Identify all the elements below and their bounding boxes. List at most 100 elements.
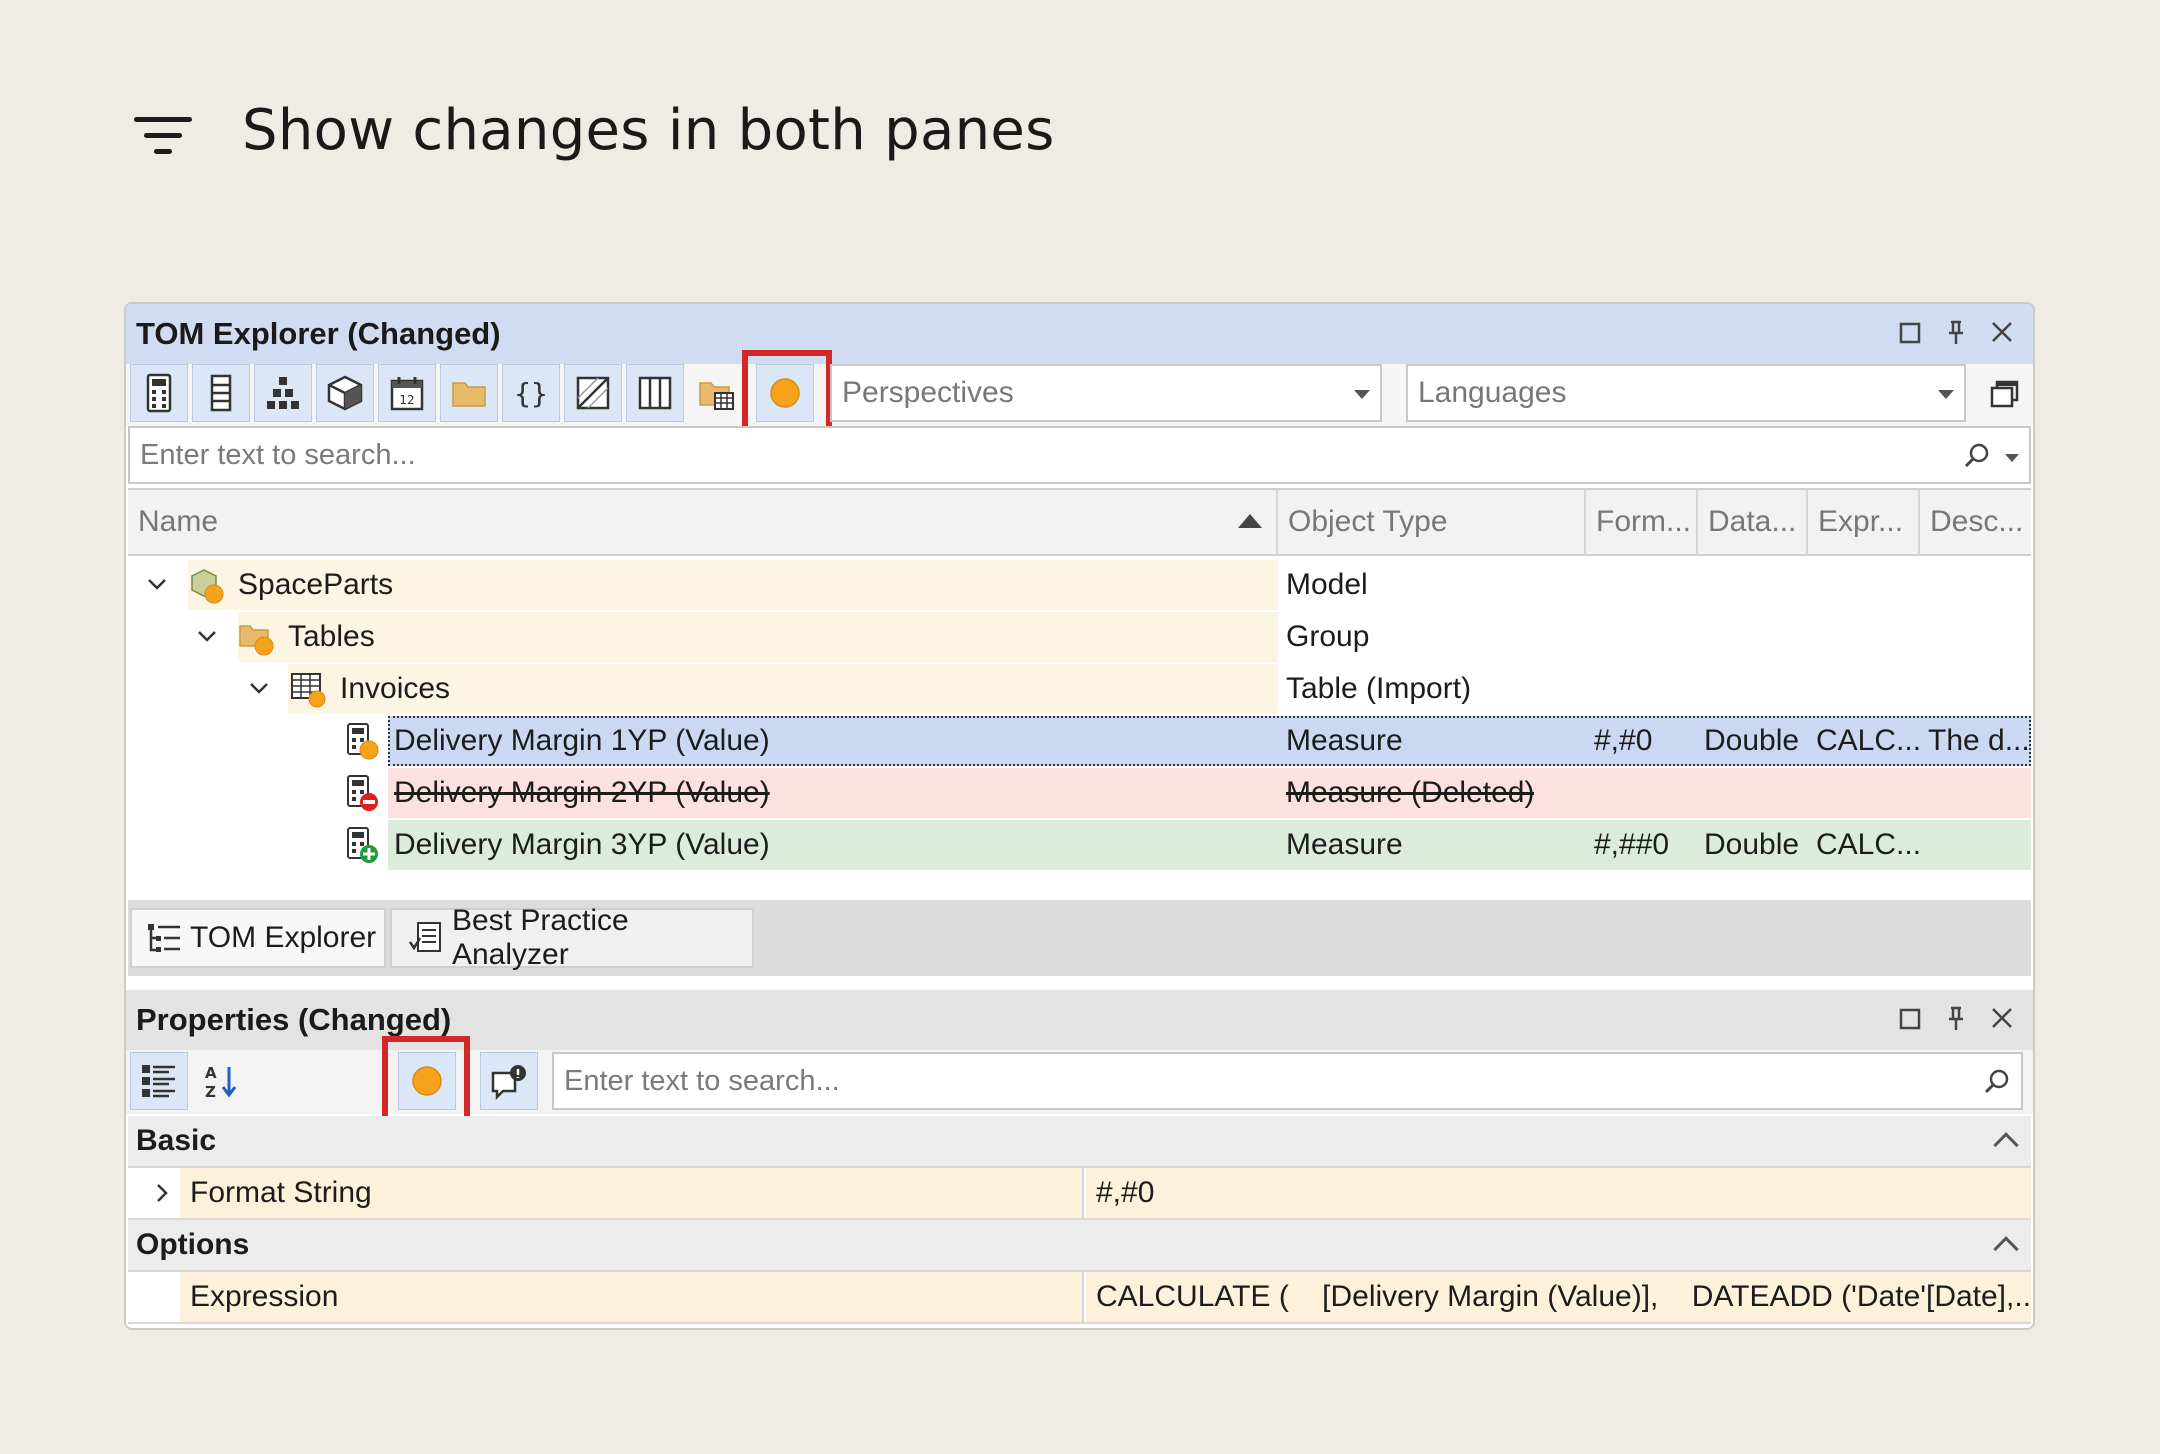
column-header-expression[interactable]: Expr... xyxy=(1808,490,1920,554)
object-type-cell: Group xyxy=(1286,620,1370,653)
tab-tom-explorer[interactable]: TOM Explorer xyxy=(130,908,386,968)
tree-list-icon xyxy=(148,924,180,952)
tree-label: Delivery Margin 1YP (Value) xyxy=(394,724,770,757)
close-icon[interactable] xyxy=(1989,318,2015,346)
chevron-down-icon xyxy=(148,579,166,590)
description-cell: The d... xyxy=(1928,724,2030,757)
categorized-view-icon[interactable] xyxy=(130,1052,188,1110)
search-icon[interactable] xyxy=(1983,1068,2011,1104)
perspectives-dropdown[interactable]: Perspectives xyxy=(830,364,1382,422)
tree-row-spaceparts[interactable]: SpaceParts Model xyxy=(128,560,2031,610)
folder-table-icon[interactable] xyxy=(688,364,746,422)
calculator-icon[interactable] xyxy=(130,364,188,422)
section-basic[interactable]: Basic xyxy=(128,1116,2031,1168)
tree-row-tables[interactable]: Tables Group xyxy=(128,612,2031,662)
expression-cell: CALC... xyxy=(1816,724,1922,757)
chevron-down-icon xyxy=(250,683,268,694)
object-type-cell: Measure xyxy=(1286,724,1403,757)
datatype-cell: Double xyxy=(1704,724,1800,757)
chevron-down-icon[interactable] xyxy=(2005,454,2019,462)
property-value[interactable]: #,#0 xyxy=(1086,1168,2031,1218)
close-icon[interactable] xyxy=(1989,1004,2015,1032)
chevron-right-icon xyxy=(157,1184,168,1202)
hierarchy-icon[interactable] xyxy=(254,364,312,422)
filter-lines-icon xyxy=(130,103,196,159)
object-type-cell: Measure (Deleted) xyxy=(1286,776,1535,809)
description-toggle-icon[interactable] xyxy=(480,1052,538,1110)
tree-label: SpaceParts xyxy=(238,568,394,601)
property-row-expression[interactable]: Expression CALCULATE ( [Delivery Margin … xyxy=(128,1272,2031,1324)
chevron-down-icon xyxy=(1938,390,1954,399)
column-header-format[interactable]: Form... xyxy=(1586,490,1698,554)
tom-search-input[interactable]: Enter text to search... xyxy=(128,426,2031,484)
tree-label: Delivery Margin 3YP (Value) xyxy=(394,828,770,861)
maximize-icon[interactable] xyxy=(1897,1004,1923,1032)
sort-ascending-icon xyxy=(1238,514,1262,528)
properties-search-input[interactable]: Enter text to search... xyxy=(552,1052,2023,1110)
pin-icon[interactable] xyxy=(1943,318,1969,346)
svg-text:{}: {} xyxy=(514,377,548,410)
folder-changed-icon xyxy=(239,625,274,656)
property-value[interactable]: CALCULATE ( [Delivery Margin (Value)], D… xyxy=(1086,1272,2031,1322)
property-name: Format String xyxy=(180,1168,1084,1218)
svg-text:A: A xyxy=(205,1064,217,1082)
chevron-up-icon[interactable] xyxy=(1993,1132,2019,1158)
tree-row-measure-changed[interactable]: Delivery Margin 1YP (Value) Measure #,#0… xyxy=(128,716,2031,766)
sort-alphabetical-icon[interactable]: AZ xyxy=(192,1052,250,1110)
section-options[interactable]: Options xyxy=(128,1220,2031,1272)
column-header-description[interactable]: Desc... xyxy=(1920,490,2033,554)
measure-added-icon xyxy=(347,827,378,863)
object-type-cell: Model xyxy=(1286,568,1368,601)
tom-search-placeholder: Enter text to search... xyxy=(140,438,416,471)
perspectives-value: Perspectives xyxy=(842,376,1014,409)
tom-explorer-toolbar: 12 {} Perspectives Languages xyxy=(126,350,2033,446)
svg-text:Z: Z xyxy=(205,1083,216,1101)
format-cell: #,##0 xyxy=(1594,828,1670,861)
tom-explorer-title: TOM Explorer (Changed) xyxy=(136,316,501,351)
folder-icon[interactable] xyxy=(440,364,498,422)
languages-value: Languages xyxy=(1418,376,1567,409)
search-icon[interactable] xyxy=(1963,442,1991,478)
properties-title: Properties (Changed) xyxy=(136,1002,452,1037)
expression-cell: CALC... xyxy=(1816,828,1922,861)
object-type-cell: Measure xyxy=(1286,828,1403,861)
chevron-up-icon[interactable] xyxy=(1993,1236,2019,1262)
column-header-datatype[interactable]: Data... xyxy=(1698,490,1808,554)
tom-grid-header: Name Object Type Form... Data... Expr...… xyxy=(128,488,2031,556)
measure-deleted-icon xyxy=(347,775,378,811)
restore-window-icon[interactable] xyxy=(1984,376,2024,412)
tree-label: Invoices xyxy=(340,672,451,705)
braces-icon[interactable]: {} xyxy=(502,364,560,422)
chevron-down-icon xyxy=(198,631,216,642)
tree-label: Tables xyxy=(288,620,375,653)
property-name: Expression xyxy=(180,1272,1084,1322)
tree-label: Delivery Margin 2YP (Value) xyxy=(394,776,770,809)
pin-icon[interactable] xyxy=(1943,1004,1969,1032)
page-title: Show changes in both panes xyxy=(242,98,1055,163)
column-icon[interactable] xyxy=(192,364,250,422)
properties-toolbar: AZ Enter text to search... xyxy=(126,1036,2033,1130)
tom-explorer-titlebar: TOM Explorer (Changed) xyxy=(126,304,2033,364)
measure-changed-icon xyxy=(347,723,379,760)
object-type-cell: Table (Import) xyxy=(1286,672,1472,705)
cube-icon[interactable] xyxy=(316,364,374,422)
languages-dropdown[interactable]: Languages xyxy=(1406,364,1966,422)
tab-best-practice-analyzer[interactable]: Best Practice Analyzer xyxy=(390,904,754,971)
maximize-icon[interactable] xyxy=(1897,318,1923,346)
tree-row-measure-added[interactable]: Delivery Margin 3YP (Value) Measure #,##… xyxy=(128,820,2031,870)
tree-row-measure-deleted[interactable]: Delivery Margin 2YP (Value) Measure (Del… xyxy=(128,768,2031,818)
properties-search-placeholder: Enter text to search... xyxy=(564,1064,840,1097)
checklist-icon xyxy=(408,922,441,952)
calendar-icon[interactable]: 12 xyxy=(378,364,436,422)
columns-grid-icon[interactable] xyxy=(626,364,684,422)
property-row-format-string[interactable]: Format String #,#0 xyxy=(128,1168,2031,1220)
tom-bottom-tabs: TOM Explorer Best Practice Analyzer xyxy=(128,900,2031,976)
column-header-object-type[interactable]: Object Type xyxy=(1278,490,1586,554)
diagonal-icon[interactable] xyxy=(564,364,622,422)
column-header-name[interactable]: Name xyxy=(128,490,1278,554)
app-window: TOM Explorer (Changed) 12 {} Perspective… xyxy=(124,302,2035,1330)
format-cell: #,#0 xyxy=(1594,724,1653,757)
svg-text:12: 12 xyxy=(399,393,414,407)
model-changed-icon xyxy=(191,569,224,604)
tree-row-invoices[interactable]: Invoices Table (Import) xyxy=(128,664,2031,714)
